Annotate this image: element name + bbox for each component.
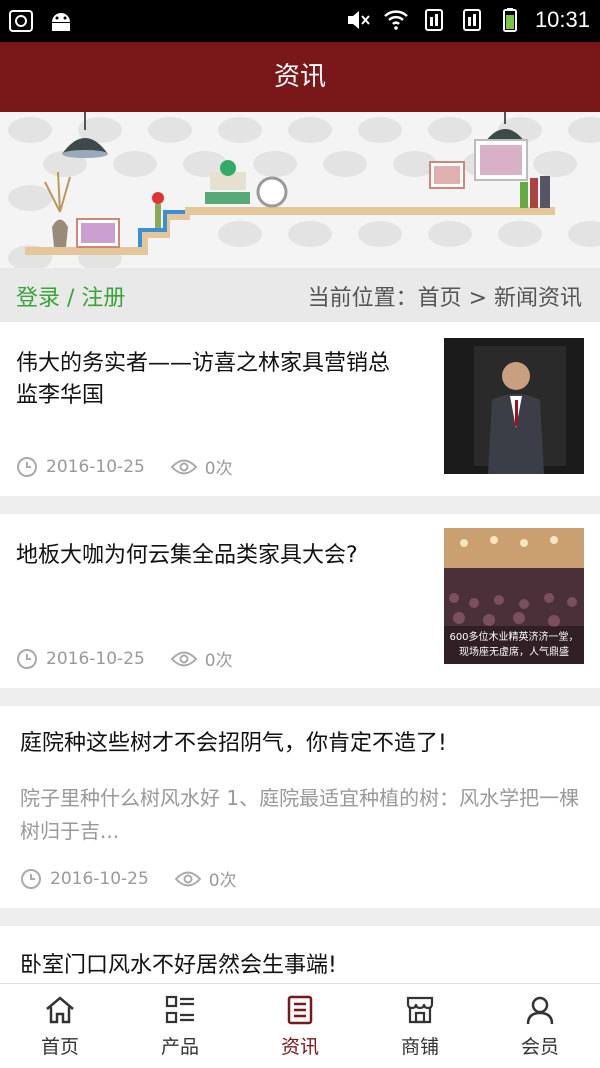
- conference-photo: 600多位木业精英济济一堂， 现场座无虚席，人气鼎盛: [444, 528, 584, 664]
- photo-caption-line1: 600多位木业精英济济一堂，: [449, 630, 578, 643]
- user-icon: [526, 996, 554, 1025]
- eye-icon: [170, 459, 197, 474]
- tab-shop[interactable]: 商铺: [360, 984, 480, 1068]
- shop-icon: [406, 996, 434, 1024]
- location-breadcrumb: 当前位置：首页 > 新闻资讯: [307, 286, 582, 311]
- sim1-signal-icon: [424, 9, 443, 31]
- tab-member[interactable]: 会员: [480, 984, 600, 1068]
- banner-artwork: [8, 112, 600, 268]
- login-register-link[interactable]: 登录 / 注册: [16, 280, 125, 312]
- tab-news[interactable]: 资讯: [240, 984, 360, 1068]
- home-icon: [46, 996, 74, 1024]
- clock-icon: [17, 648, 37, 669]
- article-date: 2016-10-25: [46, 456, 145, 477]
- article-title[interactable]: 庭院种这些树才不会招阴气，你肯定不造了!: [20, 728, 580, 760]
- tab-home[interactable]: 首页: [0, 984, 120, 1068]
- tab-label: 资讯: [280, 1036, 319, 1058]
- tab-label: 商铺: [400, 1036, 439, 1058]
- article-date: 2016-10-25: [46, 648, 145, 669]
- sim2-signal-icon: [462, 9, 481, 31]
- status-bar: 10:31: [0, 0, 600, 42]
- screenshot-icon: [9, 10, 33, 32]
- article-views: 0次: [208, 871, 237, 891]
- tab-label: 首页: [40, 1036, 79, 1058]
- bottom-tab-bar: 首页 产品 资讯 商铺 会员: [0, 983, 600, 1068]
- news-icon: [287, 995, 313, 1025]
- clock-icon: [17, 456, 37, 477]
- breadcrumb: 登录 / 注册 当前位置：首页 > 新闻资讯: [0, 268, 600, 322]
- article-card[interactable]: 庭院种这些树才不会招阴气，你肯定不造了! 院子里种什么树风水好 1、庭院最适宜种…: [0, 706, 600, 908]
- article-title[interactable]: 伟大的务实者——访喜之林家具营销总监李华国: [16, 348, 406, 412]
- eye-icon: [174, 871, 201, 886]
- article-summary: 院子里种什么树风水好 1、庭院最适宜种植的树：风水学把一棵树归于吉...: [20, 786, 580, 843]
- article-meta: 2016-10-25 0次: [16, 646, 233, 671]
- android-icon: [52, 13, 70, 31]
- portrait-photo: [444, 338, 584, 474]
- page-title: 资讯: [0, 42, 600, 112]
- battery-icon: [502, 8, 517, 32]
- photo-caption-line2: 现场座无虚席，人气鼎盛: [459, 645, 569, 658]
- wifi-icon: [384, 10, 408, 30]
- article-views: 0次: [204, 459, 233, 479]
- eye-icon: [170, 651, 197, 666]
- article-thumbnail[interactable]: 600多位木业精英济济一堂， 现场座无虚席，人气鼎盛: [444, 528, 584, 664]
- article-title[interactable]: 地板大咖为何云集全品类家具大会?: [16, 540, 406, 572]
- article-views: 0次: [204, 651, 233, 671]
- mute-icon: [347, 11, 370, 29]
- article-thumbnail[interactable]: [444, 338, 584, 474]
- clock-icon: [21, 868, 41, 889]
- banner-illustration: [0, 112, 600, 268]
- article-card[interactable]: 伟大的务实者——访喜之林家具营销总监李华国 2016-10-25 0次: [0, 322, 600, 496]
- tab-label: 产品: [160, 1036, 199, 1058]
- article-meta: 2016-10-25 0次: [20, 866, 237, 891]
- tab-label: 会员: [520, 1036, 559, 1058]
- article-date: 2016-10-25: [50, 868, 149, 889]
- article-card[interactable]: 地板大咖为何云集全品类家具大会? 600多位木业精英济济一堂， 现场座无虚席，人…: [0, 514, 600, 688]
- list-grid-icon: [165, 995, 194, 1024]
- status-time: 10:31: [534, 7, 590, 32]
- article-title[interactable]: 卧室门口风水不好居然会生事端!: [20, 950, 580, 982]
- article-meta: 2016-10-25 0次: [16, 454, 233, 479]
- tab-products[interactable]: 产品: [120, 984, 240, 1068]
